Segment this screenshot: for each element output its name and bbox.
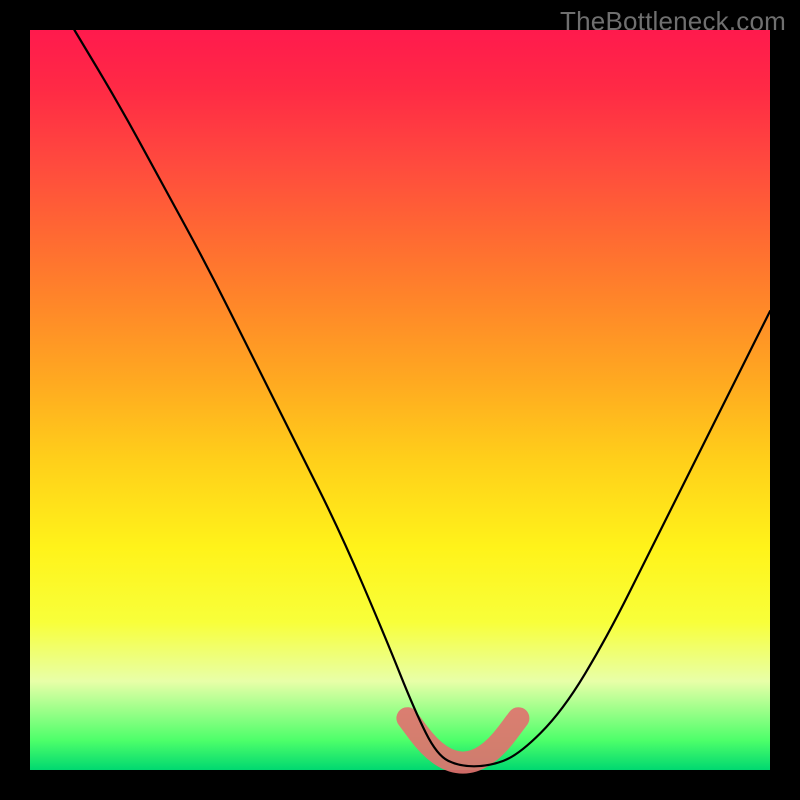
plot-area [30,30,770,770]
highlight-segment [407,718,518,762]
chart-svg [30,30,770,770]
bottleneck-curve [74,30,770,766]
chart-frame: TheBottleneck.com [0,0,800,800]
